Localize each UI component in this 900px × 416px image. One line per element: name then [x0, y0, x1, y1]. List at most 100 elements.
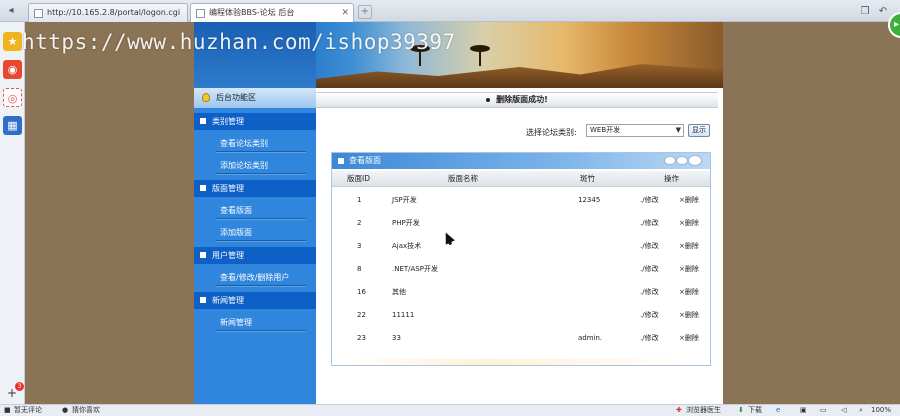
notification-count-badge: 3 — [15, 382, 24, 391]
doctor-icon: ✚ — [676, 406, 682, 414]
edit-link[interactable]: ./修改 — [640, 212, 659, 234]
board-id: 22 — [357, 311, 366, 319]
delete-link[interactable]: ×删除 — [679, 304, 699, 326]
watermark-text: https://www.huzhan.com/ishop39397 — [22, 30, 456, 54]
edit-link[interactable]: ./修改 — [640, 258, 659, 280]
sidebar-link-view-categories[interactable]: 查看论坛类别 — [216, 135, 306, 152]
board-name: 33 — [392, 334, 401, 342]
sidebar-toggle-icon[interactable]: ◂ — [3, 3, 19, 19]
status-download[interactable]: 下载 — [748, 405, 762, 416]
column-header-moderator: 斑竹 — [580, 174, 595, 183]
table-row: 2 PHP开发 ./修改 ×删除 — [332, 212, 710, 234]
sidebar-section-news[interactable]: 新闻管理 — [194, 292, 316, 309]
zoom-icon[interactable]: ⌕ — [859, 405, 863, 416]
edit-link[interactable]: ./修改 — [640, 304, 659, 326]
oval-icon[interactable] — [676, 156, 688, 165]
column-header-id: 版面ID — [347, 174, 370, 183]
category-select[interactable]: WEB开发 ▼ — [586, 124, 684, 137]
edit-link[interactable]: ./修改 — [640, 189, 659, 211]
target-icon[interactable]: ◎ — [3, 88, 22, 107]
oval-icon[interactable] — [688, 155, 702, 166]
sidebar-link-view-boards[interactable]: 查看版面 — [216, 202, 306, 219]
browser-e-icon[interactable]: e — [776, 405, 780, 416]
lightbulb-icon — [202, 93, 210, 102]
close-icon[interactable]: ✕ — [341, 4, 349, 22]
back-arrow-icon[interactable]: ↶ — [876, 5, 890, 18]
sidebar-section-user[interactable]: 用户管理 — [194, 247, 316, 264]
square-bullet-icon — [200, 118, 206, 124]
board-id: 1 — [357, 196, 362, 204]
panel-footer — [332, 359, 710, 365]
status-recommend[interactable]: 猜你喜欢 — [72, 405, 100, 416]
sidebar-title: 后台功能区 — [194, 88, 316, 108]
main-content: 删除版面成功! 选择论坛类别: WEB开发 ▼ 显示 查看版面 版面ID 版面名… — [316, 88, 723, 404]
board-name: .NET/ASP开发 — [392, 265, 438, 273]
delete-link[interactable]: ×删除 — [679, 189, 699, 211]
tab-title: 编程体验BBS-论坛 后台 — [209, 8, 295, 17]
board-id: 16 — [357, 288, 366, 296]
category-label: 选择论坛类别: — [526, 128, 577, 137]
sidebar-section-board[interactable]: 版面管理 — [194, 180, 316, 197]
edit-link[interactable]: ./修改 — [640, 235, 659, 257]
page-icon — [196, 9, 205, 18]
bullet-icon — [486, 97, 491, 102]
board-moderator: 12345 — [578, 196, 601, 204]
like-icon: ● — [62, 406, 69, 414]
board-name: 其他 — [392, 288, 406, 296]
status-comments[interactable]: 暂无评论 — [14, 405, 42, 416]
browser-status-bar: ■ 暂无评论 ● 猜你喜欢 ✚ 浏览器医生 ⬇ 下载 e ▣ ▭ ◁ ⌕ 100… — [0, 404, 900, 416]
speaker-icon[interactable]: ◁ — [841, 405, 846, 416]
browser-sidebar: ★ ◉ ◎ ▦ + 3 — [0, 22, 25, 404]
board-moderator: admin. — [578, 334, 603, 342]
square-bullet-icon — [338, 158, 344, 164]
download-icon: ⬇ — [738, 406, 744, 414]
column-header-actions: 操作 — [664, 174, 679, 183]
restore-window-icon[interactable]: ❐ — [858, 5, 872, 18]
favorites-star-icon[interactable]: ★ — [3, 32, 22, 51]
screenshot-icon[interactable]: ▣ — [800, 405, 807, 416]
oval-icon[interactable] — [664, 156, 676, 165]
admin-sidebar: 后台功能区 类别管理 查看论坛类别 添加论坛类别 版面管理 查看版面 添加版面 … — [194, 88, 316, 404]
board-name: 11111 — [392, 311, 415, 319]
apps-grid-icon[interactable]: ▦ — [3, 116, 22, 135]
table-row: 1 JSP开发 12345 ./修改 ×删除 — [332, 189, 710, 211]
edit-link[interactable]: ./修改 — [640, 281, 659, 303]
status-message: 删除版面成功! — [316, 92, 718, 108]
banner-desert-hills — [316, 64, 723, 88]
status-browser-doctor[interactable]: 浏览器医生 — [686, 405, 721, 416]
sidebar-link-add-category[interactable]: 添加论坛类别 — [216, 157, 306, 174]
board-id: 3 — [357, 242, 362, 250]
weibo-icon[interactable]: ◉ — [3, 60, 22, 79]
table-row: 23 33 admin. ./修改 ×删除 — [332, 327, 710, 349]
sidebar-section-category[interactable]: 类别管理 — [194, 113, 316, 130]
column-header-name: 版面名称 — [448, 174, 478, 183]
window-icon[interactable]: ▭ — [820, 405, 827, 416]
show-button[interactable]: 显示 — [688, 124, 710, 137]
sidebar-link-manage-users[interactable]: 查看/修改/删除用户 — [216, 269, 306, 286]
table-row: 8 .NET/ASP开发 ./修改 ×删除 — [332, 258, 710, 280]
edit-link[interactable]: ./修改 — [640, 327, 659, 349]
table-row: 16 其他 ./修改 ×删除 — [332, 281, 710, 303]
browser-tab-logon[interactable]: http://10.165.2.8/portal/logon.cgi — [28, 3, 188, 22]
sidebar-link-news[interactable]: 新闻管理 — [216, 314, 306, 331]
sidebar-link-add-board[interactable]: 添加版面 — [216, 224, 306, 241]
table-row: 3 Ajax技术 ./修改 ×删除 — [332, 235, 710, 257]
delete-link[interactable]: ×删除 — [679, 212, 699, 234]
square-bullet-icon — [200, 297, 206, 303]
banner-tree — [470, 45, 490, 66]
bbs-admin-page: 后台功能区 类别管理 查看论坛类别 添加论坛类别 版面管理 查看版面 添加版面 … — [194, 22, 723, 404]
new-tab-button[interactable]: + — [358, 5, 372, 19]
delete-link[interactable]: ×删除 — [679, 235, 699, 257]
zoom-level[interactable]: 100% — [871, 405, 891, 416]
board-id: 2 — [357, 219, 362, 227]
square-bullet-icon — [200, 252, 206, 258]
delete-link[interactable]: ×删除 — [679, 281, 699, 303]
tab-title: http://10.165.2.8/portal/logon.cgi — [47, 8, 181, 17]
board-name: JSP开发 — [392, 196, 417, 204]
delete-link[interactable]: ×删除 — [679, 327, 699, 349]
square-bullet-icon — [200, 185, 206, 191]
browser-tab-bar: ◂ http://10.165.2.8/portal/logon.cgi 编程体… — [0, 0, 900, 22]
dropdown-arrow-icon: ▼ — [675, 126, 681, 134]
delete-link[interactable]: ×删除 — [679, 258, 699, 280]
browser-tab-bbs-admin[interactable]: 编程体验BBS-论坛 后台 ✕ — [190, 3, 354, 22]
